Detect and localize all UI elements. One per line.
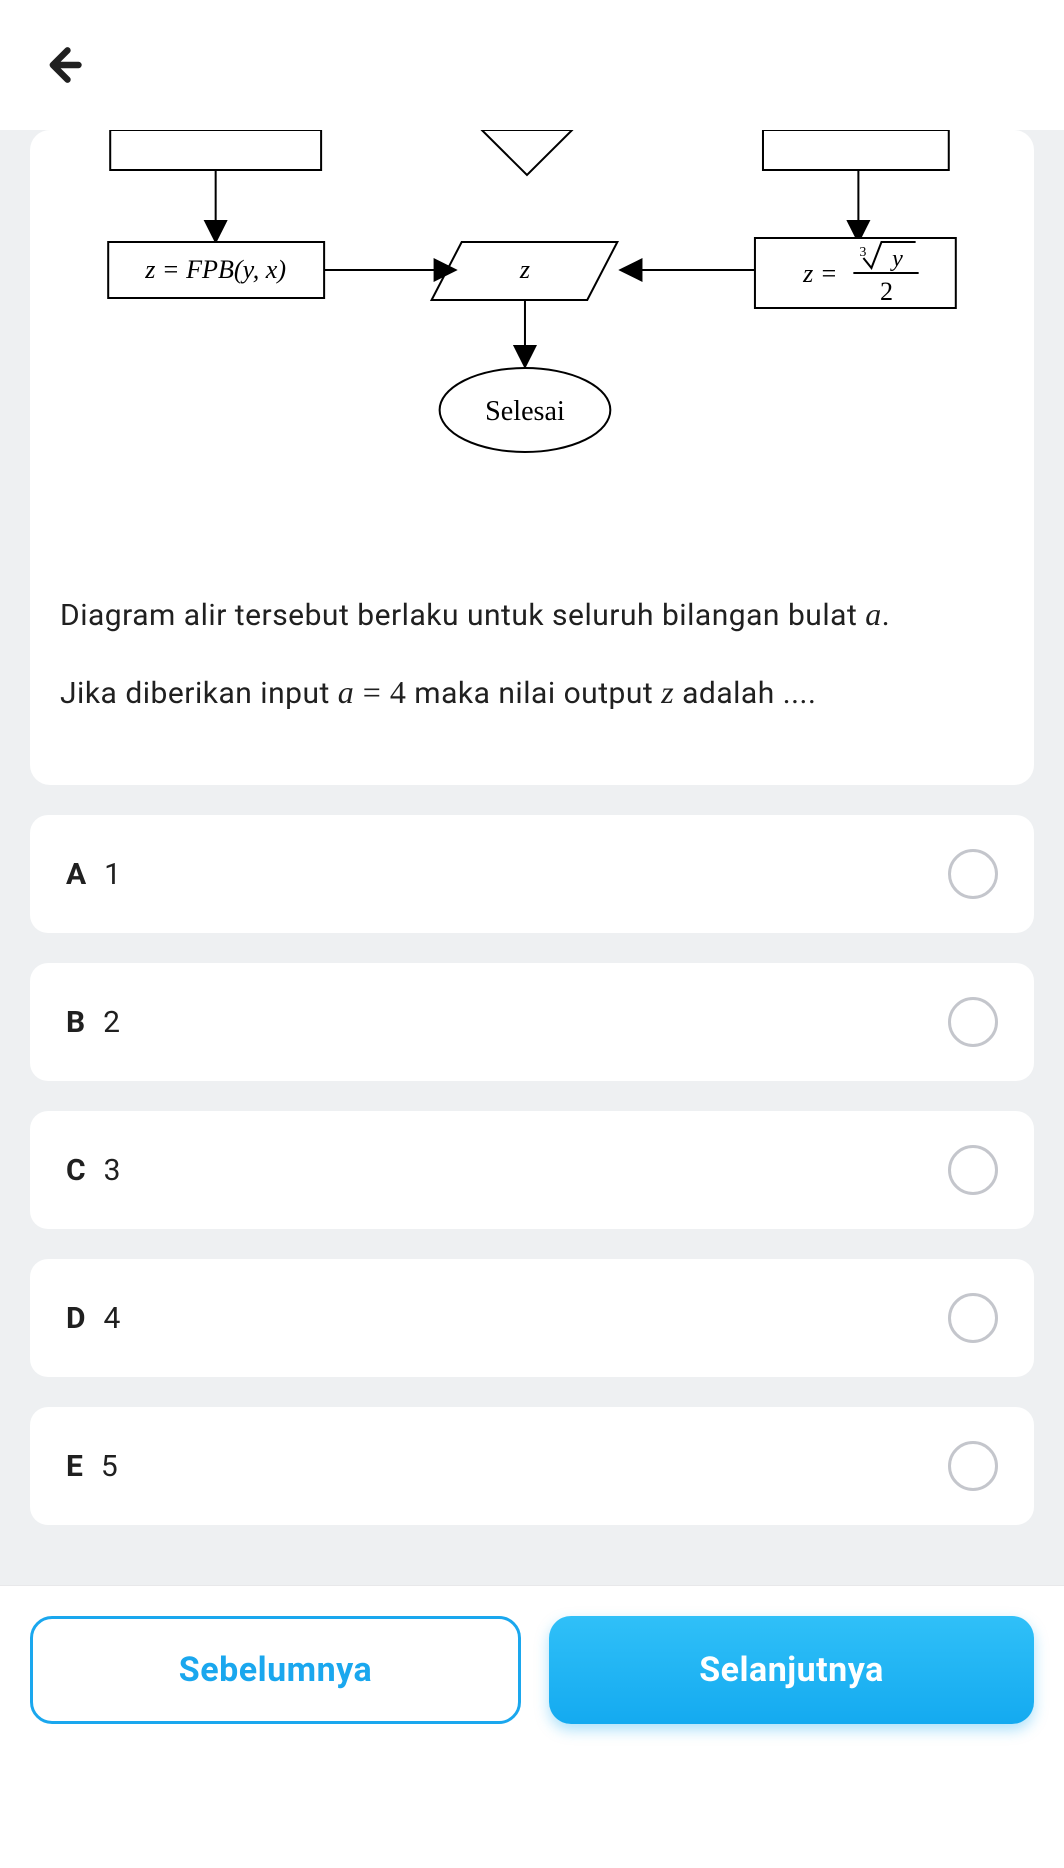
p1-var-a: a	[865, 596, 882, 632]
option-label: A	[66, 857, 86, 892]
svg-text:3: 3	[859, 245, 866, 260]
option-b[interactable]: B 2	[30, 963, 1034, 1081]
svg-text:z =: z =	[802, 259, 837, 288]
radio-icon[interactable]	[948, 1441, 998, 1491]
p2-mid: maka nilai output	[406, 676, 661, 711]
svg-text:2: 2	[880, 277, 893, 306]
p1-text-before: Diagram alir tersebut berlaku untuk selu…	[60, 598, 865, 633]
p2-eq: =	[354, 674, 390, 710]
option-value: 1	[104, 857, 121, 892]
topbar	[0, 0, 1064, 130]
question-paragraph-2: Jika diberikan input a = 4 maka nilai ou…	[60, 668, 1004, 718]
option-d[interactable]: D 4	[30, 1259, 1034, 1377]
option-value: 4	[104, 1301, 121, 1336]
option-value: 2	[103, 1005, 120, 1040]
p1-text-after: .	[882, 598, 890, 633]
radio-icon[interactable]	[948, 1145, 998, 1195]
svg-text:z: z	[519, 255, 530, 284]
option-value: 5	[101, 1449, 118, 1484]
option-e[interactable]: E 5	[30, 1407, 1034, 1525]
prev-button-label: Sebelumnya	[179, 1650, 372, 1690]
content-area: z = FPB(y, x) z = 2 3 y z	[0, 130, 1064, 1585]
question-card: z = FPB(y, x) z = 2 3 y z	[30, 130, 1034, 785]
back-icon[interactable]	[40, 43, 84, 87]
radio-icon[interactable]	[948, 849, 998, 899]
p2-val: 4	[390, 674, 407, 710]
p2-before: Jika diberikan input	[60, 676, 338, 711]
question-text: Diagram alir tersebut berlaku untuk selu…	[30, 560, 1034, 717]
radio-icon[interactable]	[948, 997, 998, 1047]
question-paragraph-1: Diagram alir tersebut berlaku untuk selu…	[60, 590, 1004, 640]
option-c[interactable]: C 3	[30, 1111, 1034, 1229]
svg-text:z = FPB(y, x): z = FPB(y, x)	[144, 255, 286, 284]
option-label: C	[66, 1153, 86, 1188]
option-value: 3	[104, 1153, 121, 1188]
svg-text:Selesai: Selesai	[485, 396, 565, 427]
footer-nav: Sebelumnya Selanjutnya	[0, 1585, 1064, 1754]
option-label: D	[66, 1301, 86, 1336]
option-label: B	[66, 1005, 85, 1040]
flowchart: z = FPB(y, x) z = 2 3 y z	[60, 130, 1004, 560]
p2-var-a: a	[338, 674, 355, 710]
next-button[interactable]: Selanjutnya	[549, 1616, 1034, 1724]
prev-button[interactable]: Sebelumnya	[30, 1616, 521, 1724]
options-list: A 1 B 2 C 3 D 4 E 5	[30, 815, 1034, 1525]
option-label: E	[66, 1449, 83, 1484]
svg-text:y: y	[889, 246, 903, 272]
radio-icon[interactable]	[948, 1293, 998, 1343]
next-button-label: Selanjutnya	[699, 1650, 884, 1690]
option-a[interactable]: A 1	[30, 815, 1034, 933]
p2-var-z: z	[661, 674, 674, 710]
p2-after: adalah ....	[674, 676, 816, 711]
